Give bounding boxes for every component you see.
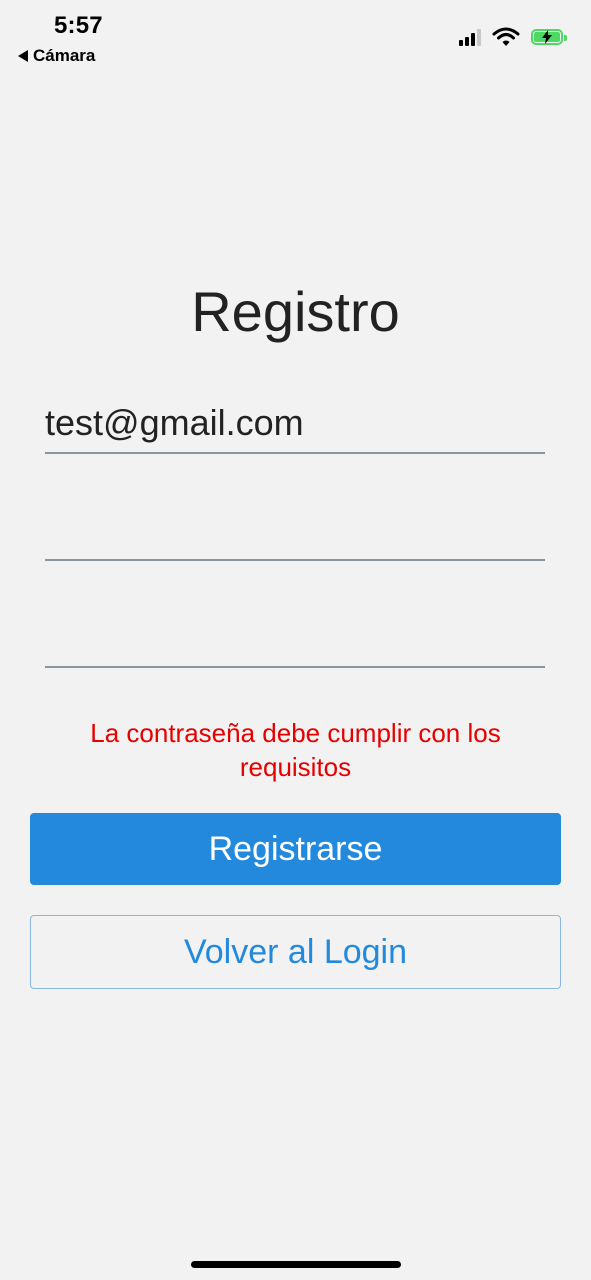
password-error-message: La contraseña debe cumplir con los requi… [90, 718, 501, 782]
page-title: Registro [191, 280, 400, 343]
status-time: 5:57 [54, 12, 103, 39]
back-to-app-link[interactable]: Cámara [18, 46, 95, 66]
password-field[interactable] [45, 491, 545, 561]
wifi-icon [492, 27, 520, 46]
register-button[interactable]: Registrarse [30, 813, 561, 885]
email-input[interactable] [45, 402, 545, 444]
back-arrow-icon [18, 50, 28, 62]
battery-charging-icon [531, 29, 567, 45]
email-field[interactable] [45, 384, 545, 454]
confirm-password-input[interactable] [45, 616, 545, 658]
home-indicator[interactable] [191, 1261, 401, 1268]
cellular-signal-icon [459, 28, 481, 46]
confirm-password-field[interactable] [45, 598, 545, 668]
password-input[interactable] [45, 509, 545, 551]
back-to-app-label: Cámara [33, 46, 96, 65]
back-to-login-button[interactable]: Volver al Login [30, 915, 561, 989]
status-icons [459, 27, 567, 47]
charging-bolt-icon [542, 30, 552, 44]
